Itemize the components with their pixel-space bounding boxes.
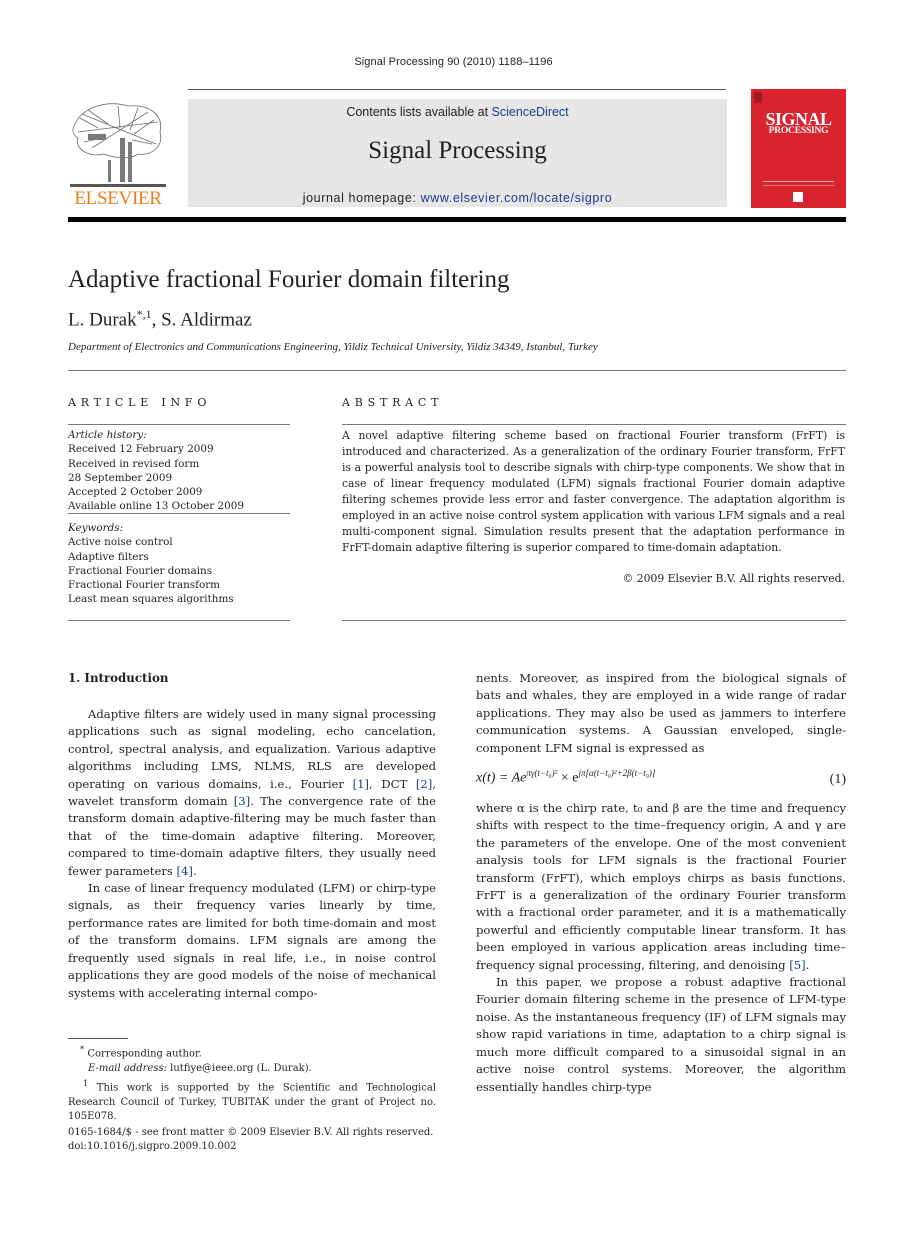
footnote-text: Corresponding author. — [84, 1048, 202, 1060]
issn-doi-block: 0165-1684/$ - see front matter © 2009 El… — [68, 1126, 448, 1155]
history-item: Received 12 February 2009 — [68, 443, 214, 456]
equation-exponent-1: πγ(t−t₀)² — [526, 768, 558, 778]
elsevier-tree-icon — [70, 103, 166, 187]
keywords-label: Keywords: — [68, 522, 124, 534]
history-item: Accepted 2 October 2009 — [68, 486, 203, 499]
affiliation: Department of Electronics and Communicat… — [68, 341, 598, 353]
paragraph: Adaptive filters are widely used in many… — [68, 706, 436, 880]
text-run: . — [805, 957, 810, 972]
author-1[interactable]: L. Durak — [68, 309, 137, 330]
article-history: Article history: Received 12 February 20… — [68, 428, 290, 514]
left-column: Adaptive filters are widely used in many… — [68, 706, 436, 1002]
citation-link[interactable]: [1] — [353, 777, 369, 791]
right-column-top: nents. Moreover, as inspired from the bi… — [476, 670, 846, 757]
keyword-item[interactable]: Fractional Fourier domains — [68, 564, 290, 578]
text-run: , DCT — [369, 776, 416, 791]
keyword-item[interactable]: Active noise control — [68, 535, 290, 549]
footnote-corresponding: * Corresponding author. — [68, 1042, 436, 1062]
keyword-item[interactable]: Least mean squares algorithms — [68, 592, 290, 606]
email-label: E-mail address: — [88, 1062, 167, 1074]
citation-link[interactable]: [5] — [789, 958, 805, 972]
equation-1: x(t) = Aeπγ(t−t₀)² × ejπ[α(t−t₀)²+2β(t−t… — [476, 768, 846, 792]
abstract-heading: ABSTRACT — [342, 396, 444, 409]
history-label: Article history: — [68, 429, 147, 441]
paragraph: In case of linear frequency modulated (L… — [68, 881, 436, 1000]
history-rule — [68, 513, 290, 514]
keywords-bottom-rule — [68, 620, 290, 621]
keywords: Keywords: Active noise control Adaptive … — [68, 521, 290, 607]
citation-link[interactable]: [2] — [416, 777, 432, 791]
abstract-copyright: © 2009 Elsevier B.V. All rights reserved… — [622, 572, 845, 585]
cover-title-line2: PROCESSING — [768, 126, 829, 136]
text-run: where α is the chirp rate, t₀ and β are … — [476, 801, 846, 972]
text-run: . — [192, 863, 197, 878]
author-separator: , — [151, 309, 162, 331]
footnote-email: E-mail address: lutfiye@ieee.org (L. Dur… — [68, 1062, 436, 1076]
article-info-rule — [68, 424, 290, 425]
equation-lhs: x(t) = Ae — [476, 770, 527, 786]
author-2[interactable]: S. Aldirmaz — [161, 309, 252, 330]
homepage-link[interactable]: www.elsevier.com/locate/sigpro — [421, 191, 613, 205]
homepage-line: journal homepage: www.elsevier.com/locat… — [188, 191, 727, 205]
doi-line[interactable]: doi:10.1016/j.sigpro.2009.10.002 — [68, 1140, 448, 1154]
keyword-item[interactable]: Fractional Fourier transform — [68, 578, 290, 592]
paragraph: In this paper, we propose a robust adapt… — [476, 975, 846, 1094]
keyword-item[interactable]: Adaptive filters — [68, 550, 290, 564]
equation-number: (1) — [829, 772, 846, 787]
sciencedirect-link[interactable]: ScienceDirect — [492, 105, 569, 119]
citation-link[interactable]: [3] — [234, 794, 250, 808]
elsevier-logo[interactable]: ELSEVIER — [68, 96, 168, 210]
footnote-funding: 1 This work is supported by the Scientif… — [68, 1076, 436, 1125]
footnote-rule — [68, 1038, 128, 1039]
abstract-text: A novel adaptive filtering scheme based … — [342, 429, 845, 554]
article-title: Adaptive fractional Fourier domain filte… — [68, 266, 510, 293]
elsevier-wordmark: ELSEVIER — [74, 188, 162, 209]
journal-title: Signal Processing — [368, 137, 547, 164]
paragraph: nents. Moreover, as inspired from the bi… — [476, 671, 846, 755]
cover-band — [763, 185, 834, 186]
journal-header-box: Contents lists available at ScienceDirec… — [188, 99, 727, 207]
author-1-marks[interactable]: *,1 — [137, 307, 152, 321]
contents-prefix: Contents lists available at — [346, 105, 492, 119]
running-head: Signal Processing 90 (2010) 1188–1196 — [354, 56, 553, 68]
footnotes: * Corresponding author. E-mail address: … — [68, 1042, 436, 1125]
history-item: Available online 13 October 2009 — [68, 500, 244, 513]
footnote-text: This work is supported by the Scientific… — [68, 1082, 436, 1123]
equation-exponent-2: jπ[α(t−t₀)²+2β(t−t₀)] — [578, 768, 656, 778]
cover-band — [763, 181, 834, 182]
cover-elsevier-emblem-icon — [754, 92, 762, 103]
header-thick-rule — [68, 217, 846, 222]
abstract-bottom-rule — [342, 620, 846, 621]
history-item: 28 September 2009 — [68, 471, 173, 484]
title-block-rule — [68, 370, 846, 371]
abstract-rule — [342, 424, 846, 425]
email-address[interactable]: lutfiye@ieee.org (L. Durak). — [167, 1063, 312, 1074]
cover-badge-icon — [793, 192, 803, 202]
author-list: L. Durak*,1, S. Aldirmaz — [68, 307, 252, 331]
contents-line: Contents lists available at ScienceDirec… — [188, 105, 727, 119]
equation-times: × e — [557, 770, 579, 786]
citation-link[interactable]: [4] — [177, 864, 193, 878]
homepage-prefix: journal homepage: — [302, 191, 421, 205]
history-item: Received in revised form — [68, 457, 200, 470]
right-column-bottom: where α is the chirp rate, t₀ and β are … — [476, 800, 846, 1096]
header-top-rule — [188, 89, 726, 90]
journal-cover[interactable]: SIGNAL PROCESSING — [751, 89, 846, 208]
section-heading-introduction: 1. Introduction — [68, 671, 169, 685]
article-info-heading: ARTICLE INFO — [68, 396, 212, 409]
paragraph: where α is the chirp rate, t₀ and β are … — [476, 800, 846, 974]
issn-line: 0165-1684/$ - see front matter © 2009 El… — [68, 1127, 434, 1138]
